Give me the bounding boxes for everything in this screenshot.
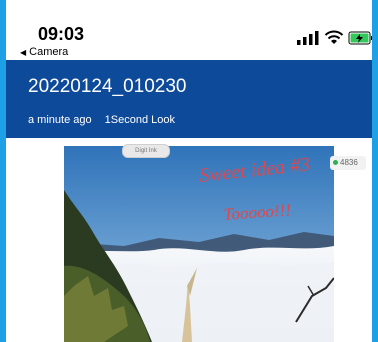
photo-image[interactable]: Sweet idea #3 Tooooo!!! — [64, 146, 334, 342]
note-header: 20220124_010230 a minute ago 1Second Loo… — [6, 60, 372, 138]
back-label: Camera — [29, 46, 69, 58]
note-time-ago: a minute ago — [28, 114, 92, 126]
count-badge: 4836 — [330, 156, 366, 170]
status-time: 09:03 — [38, 24, 85, 44]
back-to-camera-link[interactable]: ◀ Camera — [20, 46, 68, 58]
note-source: 1Second Look — [104, 114, 176, 126]
wifi-icon — [324, 30, 344, 44]
landscape-photo: Sweet idea #3 Tooooo!!! — [64, 146, 334, 342]
cellular-signal-icon — [297, 31, 319, 45]
note-content: Sweet idea #3 Tooooo!!! Digit Ink 4836 — [6, 138, 372, 342]
status-bar: 09:03 ◀ Camera — [6, 0, 373, 60]
note-meta: a minute ago 1Second Look — [28, 114, 175, 126]
badge-count: 4836 — [340, 158, 358, 167]
ink-toolbar-pill[interactable]: Digit Ink — [122, 144, 170, 158]
back-arrow-icon: ◀ — [20, 48, 27, 57]
note-title: 20220124_010230 — [28, 76, 187, 97]
status-dot-icon — [333, 160, 338, 166]
battery-charging-icon — [348, 31, 373, 45]
